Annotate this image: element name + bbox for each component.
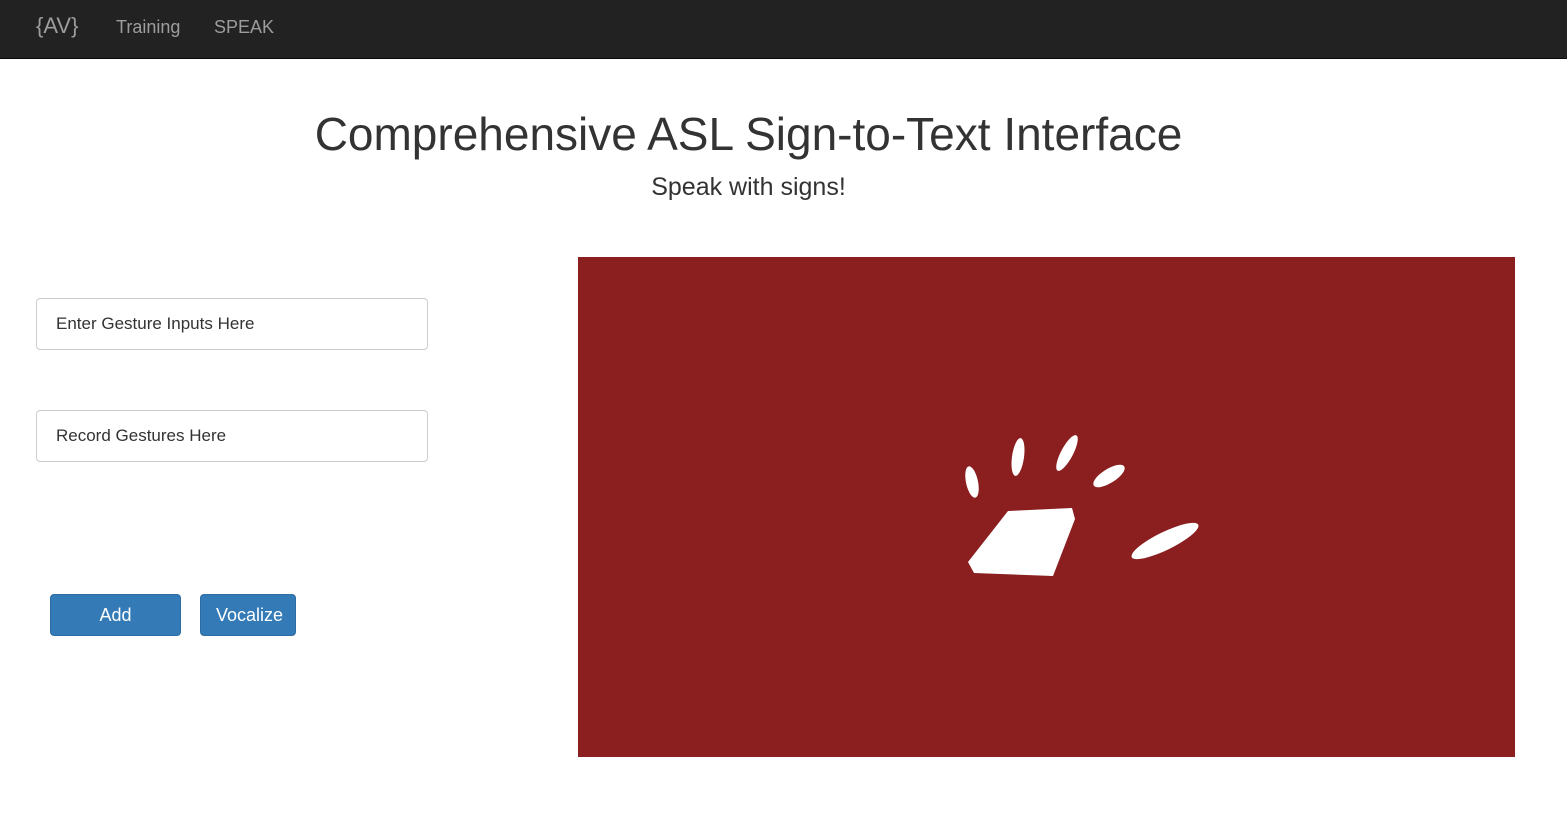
brand-logo[interactable]: {AV}: [36, 13, 78, 39]
add-gesture-button[interactable]: Add Gesture: [50, 594, 181, 665]
gesture-video-panel[interactable]: [578, 257, 1515, 757]
top-navbar: {AV} Training SPEAK: [0, 0, 1567, 59]
vocalize-button[interactable]: Vocalize: [200, 594, 296, 636]
page-title: Comprehensive ASL Sign-to-Text Interface: [314, 108, 1183, 160]
gesture-input[interactable]: [36, 298, 428, 350]
page-subtitle: Speak with signs!: [651, 173, 846, 201]
hand-print-icon: [965, 435, 1199, 576]
nav-link-speak[interactable]: SPEAK: [214, 17, 274, 37]
record-gestures-input[interactable]: [36, 410, 428, 462]
nav-link-training[interactable]: Training: [116, 17, 180, 37]
